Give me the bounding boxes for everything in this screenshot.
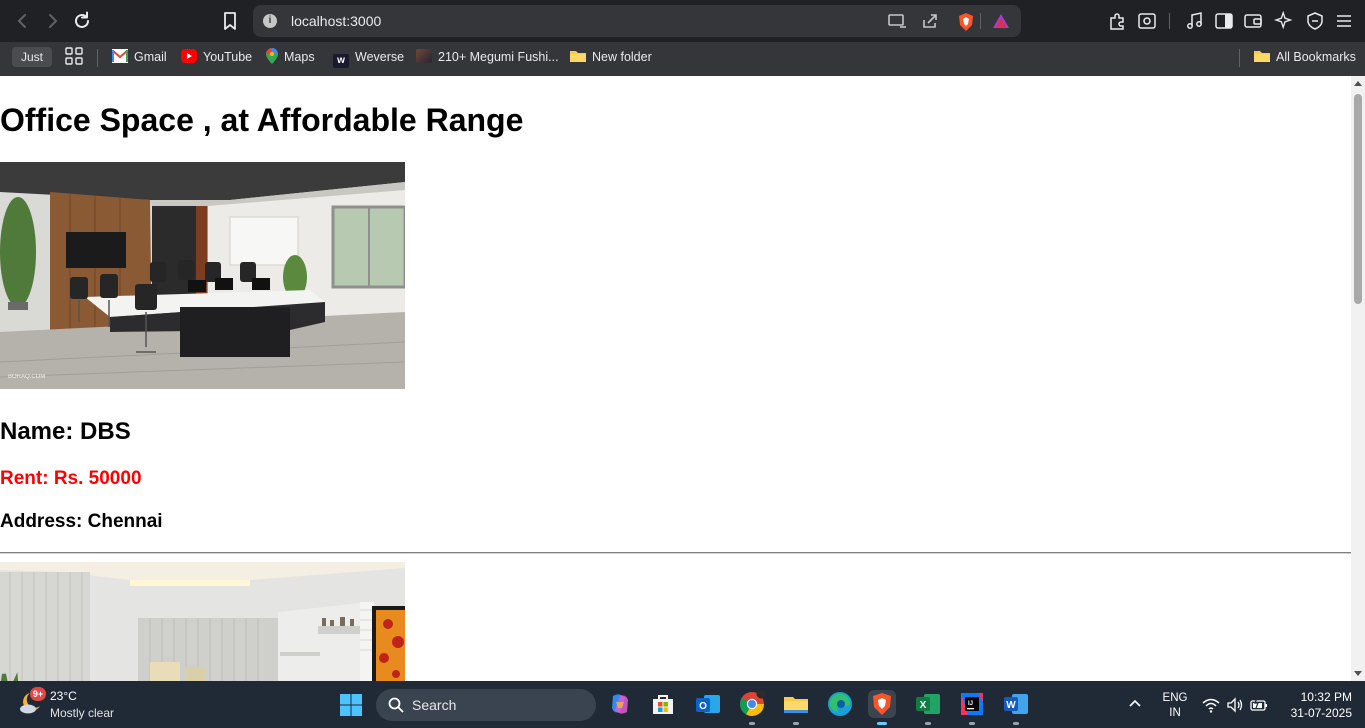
youtube-icon <box>181 49 197 63</box>
scroll-down-arrow-icon[interactable] <box>1354 671 1362 676</box>
office-photo-2 <box>0 562 405 681</box>
file-explorer-icon[interactable] <box>782 690 810 725</box>
scroll-up-arrow-icon[interactable] <box>1354 81 1362 86</box>
search-icon <box>388 697 404 713</box>
excel-app-icon[interactable]: X <box>914 690 942 725</box>
bookmark-gmail[interactable]: Gmail <box>112 48 167 68</box>
office-photo-1: BORAQ.COM <box>0 162 405 389</box>
outlook-app-icon[interactable]: O <box>694 690 722 718</box>
brave-shields-icon[interactable] <box>956 12 976 31</box>
vpn-icon[interactable] <box>1305 11 1325 31</box>
word-app-icon[interactable]: W <box>1002 690 1030 725</box>
weather-condition[interactable]: Mostly clear <box>50 706 114 720</box>
just-tab-group[interactable]: Just <box>12 47 52 67</box>
weather-badge: 9+ <box>30 687 46 701</box>
url-text[interactable]: localhost:3000 <box>291 13 381 29</box>
brave-app-icon[interactable] <box>868 690 896 725</box>
svg-text:IJ: IJ <box>968 701 973 707</box>
bookmark-icon <box>224 12 236 30</box>
listing-divider <box>0 552 1351 554</box>
sidebar-toggle-icon[interactable] <box>1214 11 1234 31</box>
gmail-icon <box>112 49 128 63</box>
windows-logo-icon <box>340 694 362 716</box>
extensions-icon[interactable] <box>1107 11 1127 31</box>
svg-text:BORAQ.COM: BORAQ.COM <box>8 374 45 380</box>
office-image: BORAQ.COM <box>0 162 405 389</box>
folder-icon <box>570 49 586 63</box>
office-rent: Rent: Rs. 50000 <box>0 468 142 489</box>
bookmark-maps[interactable]: Maps <box>266 48 315 68</box>
battery-charging-icon[interactable] <box>1250 696 1268 714</box>
bookmark-youtube[interactable]: YouTube <box>181 48 252 68</box>
system-clock[interactable]: 10:32 PM 31-07-2025 <box>1280 689 1352 721</box>
brave-rewards-icon[interactable] <box>991 12 1011 30</box>
start-button[interactable] <box>339 693 363 717</box>
bookmark-page-button[interactable] <box>220 10 240 32</box>
share-icon[interactable] <box>920 12 940 30</box>
intellij-app-icon[interactable]: IJ <box>958 690 986 725</box>
edge-app-icon[interactable] <box>826 690 854 718</box>
page-title: Office Space , at Affordable Range <box>0 102 524 138</box>
bookmark-new-folder[interactable]: New folder <box>570 48 652 68</box>
bookmark-megumi[interactable]: 210+ Megumi Fushi... <box>416 48 559 68</box>
windows-taskbar: 9+ 23°C Mostly clear Search O X IJ W ENG… <box>0 681 1365 728</box>
back-arrow-icon <box>17 14 26 28</box>
site-info-icon[interactable]: i <box>263 14 277 28</box>
cast-icon[interactable] <box>887 12 907 30</box>
office-name: Name: DBS <box>0 418 131 445</box>
microsoft-store-icon[interactable] <box>649 690 677 718</box>
wallet-icon[interactable] <box>1243 11 1263 31</box>
input-language[interactable]: ENG IN <box>1160 691 1190 721</box>
forward-button[interactable] <box>41 10 63 32</box>
site-favicon <box>416 49 432 63</box>
search-label: Search <box>412 697 457 713</box>
forward-arrow-icon <box>49 14 58 28</box>
copilot-app-icon[interactable] <box>606 690 634 718</box>
apps-grid-icon[interactable] <box>65 47 83 65</box>
page-scrollbar[interactable] <box>1351 76 1365 681</box>
leo-ai-icon[interactable] <box>1273 10 1294 31</box>
bookmark-weverse[interactable]: w Weverse <box>333 48 404 68</box>
office-address: Address: Chennai <box>0 511 163 532</box>
reload-icon <box>75 11 89 28</box>
folder-icon <box>1254 49 1270 63</box>
volume-icon[interactable] <box>1226 696 1244 714</box>
all-bookmarks-folder[interactable]: All Bookmarks <box>1254 48 1356 68</box>
svg-text:O: O <box>699 701 707 712</box>
screenshot-icon[interactable] <box>1137 11 1157 31</box>
chrome-app-icon[interactable] <box>738 689 766 725</box>
reload-button[interactable] <box>71 10 93 32</box>
svg-text:W: W <box>1006 700 1016 711</box>
office-image <box>0 562 405 681</box>
address-bar[interactable]: i localhost:3000 <box>253 5 1021 37</box>
scroll-thumb[interactable] <box>1354 94 1362 304</box>
taskbar-search[interactable]: Search <box>376 689 596 721</box>
weverse-icon: w <box>333 54 349 68</box>
browser-toolbar: i localhost:3000 <box>0 0 1365 42</box>
svg-text:X: X <box>920 700 927 711</box>
media-controls-icon[interactable] <box>1185 11 1205 31</box>
clock-time: 10:32 PM <box>1300 690 1352 704</box>
maps-icon <box>266 48 278 64</box>
wifi-icon[interactable] <box>1202 696 1220 714</box>
weather-temperature[interactable]: 23°C <box>50 689 77 703</box>
menu-icon[interactable] <box>1334 11 1354 31</box>
back-button[interactable] <box>12 10 34 32</box>
web-page: Office Space , at Affordable Range BORAQ… <box>0 76 1351 681</box>
bookmarks-bar: Just Gmail YouTube Maps w Weverse 210+ Me… <box>0 42 1365 76</box>
show-hidden-icons-chevron-icon[interactable] <box>1128 697 1142 711</box>
clock-date: 31-07-2025 <box>1290 706 1352 720</box>
